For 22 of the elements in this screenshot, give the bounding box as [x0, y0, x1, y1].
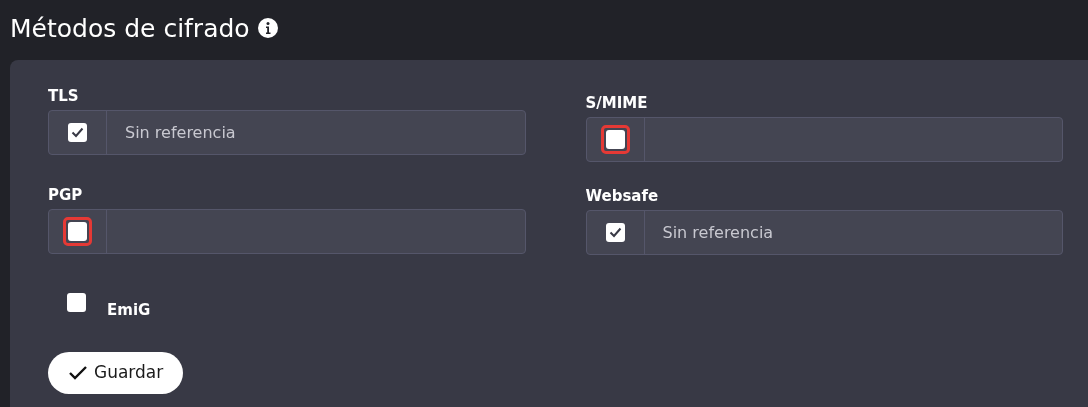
- field-label: Websafe: [585, 186, 660, 206]
- page-title: Métodos de cifrado: [10, 15, 250, 41]
- checkbox[interactable]: [68, 222, 87, 241]
- checkbox[interactable]: [68, 123, 87, 142]
- field-label: TLS: [48, 86, 80, 106]
- checkbox[interactable]: [67, 292, 86, 312]
- field-value: Sin referencia: [125, 121, 236, 144]
- checkbox-label: EmiG: [107, 300, 151, 321]
- check-icon: [71, 127, 84, 138]
- info-icon[interactable]: [257, 18, 278, 38]
- checkbox[interactable]: [605, 223, 625, 242]
- check-icon: [608, 227, 622, 238]
- save-button[interactable]: Guardar: [48, 351, 184, 394]
- input-field[interactable]: [48, 209, 526, 254]
- input-field[interactable]: [585, 117, 1063, 162]
- field-label: S/MIME: [585, 93, 649, 113]
- input-field[interactable]: Sin referencia: [585, 210, 1063, 255]
- field-label: PGP: [48, 185, 84, 205]
- checkbox[interactable]: [605, 130, 625, 149]
- check-icon: [68, 364, 88, 381]
- field-value: Sin referencia: [662, 221, 774, 244]
- input-field[interactable]: Sin referencia: [48, 110, 526, 155]
